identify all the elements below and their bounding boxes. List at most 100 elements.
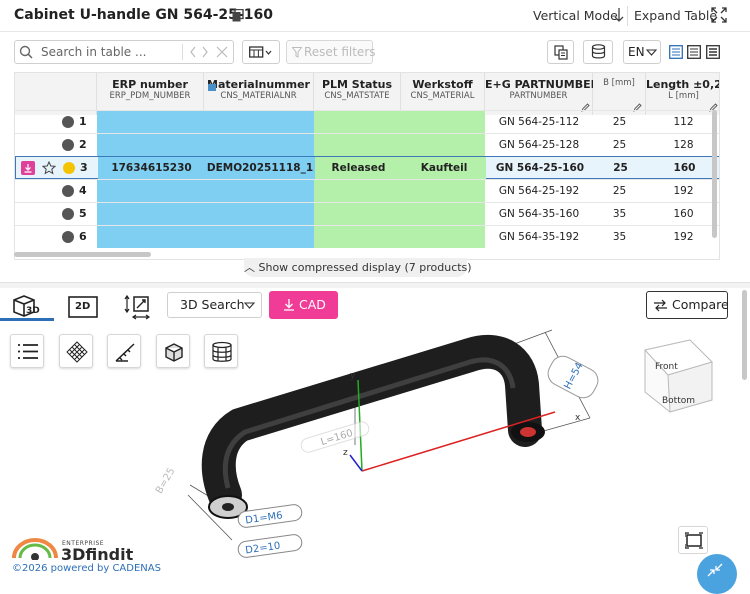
- table-cell-l: 160: [673, 162, 696, 174]
- table-row[interactable]: 6 GN 564-35-192 35 192: [15, 225, 719, 248]
- view-cube[interactable]: Front Bottom: [644, 339, 713, 413]
- col-b[interactable]: B [mm]: [593, 73, 646, 115]
- expand-table-button[interactable]: Expand Table: [634, 8, 717, 23]
- table-cell-mat: [204, 180, 314, 202]
- table-cell-part: GN 564-25-128: [498, 139, 580, 151]
- table-cell-werk: [401, 180, 485, 202]
- copyright-link[interactable]: ©2026 powered by CADENAS: [12, 563, 161, 574]
- tab-3d[interactable]: 3D: [0, 289, 54, 321]
- table-row[interactable]: 3 17634615230 DEMO20251118_1 Released Kaufte…: [15, 156, 719, 179]
- prev-next-icon[interactable]: [189, 45, 211, 59]
- arrow-down-icon[interactable]: [614, 7, 624, 23]
- table-row[interactable]: 5 GN 564-35-160 35 160: [15, 202, 719, 225]
- table-cell-werk: [401, 111, 485, 133]
- table-cell-part: GN 564-25-192: [498, 185, 580, 197]
- table-cell-b: 25: [612, 139, 627, 151]
- show-compressed-display-button[interactable]: ︿ Show compressed display (7 products): [244, 258, 472, 277]
- table-cell-werk: [401, 226, 485, 248]
- vertical-mode-button[interactable]: Vertical Mode: [533, 8, 618, 23]
- col-title: Length ±0,25: [646, 78, 719, 91]
- view-large-icon[interactable]: [706, 45, 720, 59]
- 3d-viewport[interactable]: y z x H=54 L=160 D1=M6 D2=10 B=25 Front …: [0, 320, 750, 579]
- documents-icon: [554, 45, 568, 60]
- collapse-panel-button[interactable]: [697, 554, 737, 594]
- table-cell-part: GN 564-25-112: [498, 116, 580, 128]
- col-werkstoff[interactable]: Werkstoff CNS_MATERIAL: [401, 73, 485, 115]
- measure-icon[interactable]: [124, 293, 152, 321]
- language-select[interactable]: EN: [623, 40, 661, 64]
- expand-icon[interactable]: [711, 7, 727, 23]
- reset-filters-button[interactable]: Reset filters: [286, 40, 376, 64]
- col-plm-status[interactable]: PLM Status CNS_MATSTATE: [314, 73, 401, 115]
- table-cell-erp: [97, 226, 204, 248]
- table-cell-erp: [97, 180, 204, 202]
- search-input[interactable]: [41, 44, 191, 60]
- handle-model: [201, 334, 545, 519]
- product-table: ERP number ERP_PDM_NUMBER Materialnummer C…: [14, 72, 720, 260]
- row-number: 6: [79, 230, 87, 243]
- status-dot: [62, 139, 74, 151]
- status-dot: [62, 208, 74, 220]
- row-number: 4: [79, 184, 87, 197]
- table-cell-l: 128: [673, 139, 694, 151]
- col-sub: B [mm]: [603, 78, 635, 88]
- table-cell-l: 160: [673, 208, 694, 220]
- col-title: E+G PARTNUMBER: [485, 78, 600, 91]
- cad-label: CAD: [299, 297, 326, 312]
- table-cell-plm: [314, 134, 401, 156]
- table-cell-mat: [204, 134, 314, 156]
- col-title: ERP number: [112, 78, 188, 91]
- star-icon[interactable]: [42, 161, 56, 175]
- row-number: 2: [79, 138, 87, 151]
- table-cell-plm: [314, 226, 401, 248]
- col-sub: CNS_MATERIAL: [410, 91, 475, 101]
- fullscreen-button[interactable]: [678, 526, 708, 554]
- table-row[interactable]: 2 GN 564-25-128 25 128: [15, 133, 719, 156]
- table-columns-icon: [249, 46, 272, 58]
- table-row[interactable]: 1 GN 564-25-112 25 112: [15, 110, 719, 133]
- database-button[interactable]: [583, 40, 613, 64]
- table-cell-plm: [314, 180, 401, 202]
- clear-icon[interactable]: [215, 45, 229, 59]
- page-scrollbar[interactable]: [742, 290, 747, 380]
- 3d-search-dropdown[interactable]: 3D Search: [167, 292, 262, 318]
- table-cell-werk: Kaufteil: [402, 157, 486, 179]
- table-cell-werk: [401, 134, 485, 156]
- col-sub: L [mm]: [668, 91, 699, 101]
- col-materialnummer[interactable]: Materialnummer CNS_MATERIALNR: [204, 73, 314, 115]
- search-box[interactable]: [14, 40, 234, 64]
- search-divider: [182, 44, 183, 60]
- row-number: 1: [79, 115, 87, 128]
- row-number: 3: [80, 161, 88, 174]
- col-erp-number[interactable]: ERP number ERP_PDM_NUMBER: [97, 73, 204, 115]
- table-cell-part: GN 564-35-160: [498, 208, 580, 220]
- table-cell-mat: DEMO20251118_1: [205, 157, 315, 179]
- table-cell-mat: [204, 111, 314, 133]
- col-partnumber[interactable]: E+G PARTNUMBER PARTNUMBER: [485, 73, 600, 115]
- fit-screen-icon: [685, 532, 703, 549]
- download-icon: [284, 299, 294, 311]
- brand-3dfindit: 3Dfindit: [61, 545, 134, 564]
- columns-button[interactable]: [242, 40, 280, 64]
- table-horizontal-scrollbar[interactable]: [14, 252, 151, 257]
- compare-button[interactable]: Compare: [646, 291, 729, 319]
- table-row[interactable]: 4 GN 564-25-192 25 192: [15, 179, 719, 202]
- view-compact-icon[interactable]: [669, 45, 683, 59]
- download-row-icon[interactable]: [21, 161, 35, 175]
- table-vertical-scrollbar[interactable]: [712, 110, 717, 238]
- view-normal-icon[interactable]: [687, 45, 701, 59]
- cad-download-button[interactable]: CAD: [269, 291, 338, 319]
- table-cell-erp: [97, 203, 204, 225]
- tab-2d[interactable]: 2D: [68, 296, 98, 318]
- compressed-display-label: Show compressed display (7 products): [258, 261, 472, 274]
- table-cell-part: GN 564-25-160: [495, 162, 585, 174]
- col-sub: ERP_PDM_NUMBER: [109, 91, 191, 101]
- compare-list-button[interactable]: [547, 40, 574, 64]
- reset-filters-label: Reset filters: [304, 45, 376, 59]
- col-title: Werkstoff: [412, 78, 473, 91]
- col-length[interactable]: Length ±0,25L [mm]: [646, 73, 719, 115]
- image-icon: [208, 84, 216, 91]
- table-cell-plm: Released: [315, 157, 402, 179]
- table-cell-erp: [97, 111, 204, 133]
- copy-icon[interactable]: [232, 9, 244, 22]
